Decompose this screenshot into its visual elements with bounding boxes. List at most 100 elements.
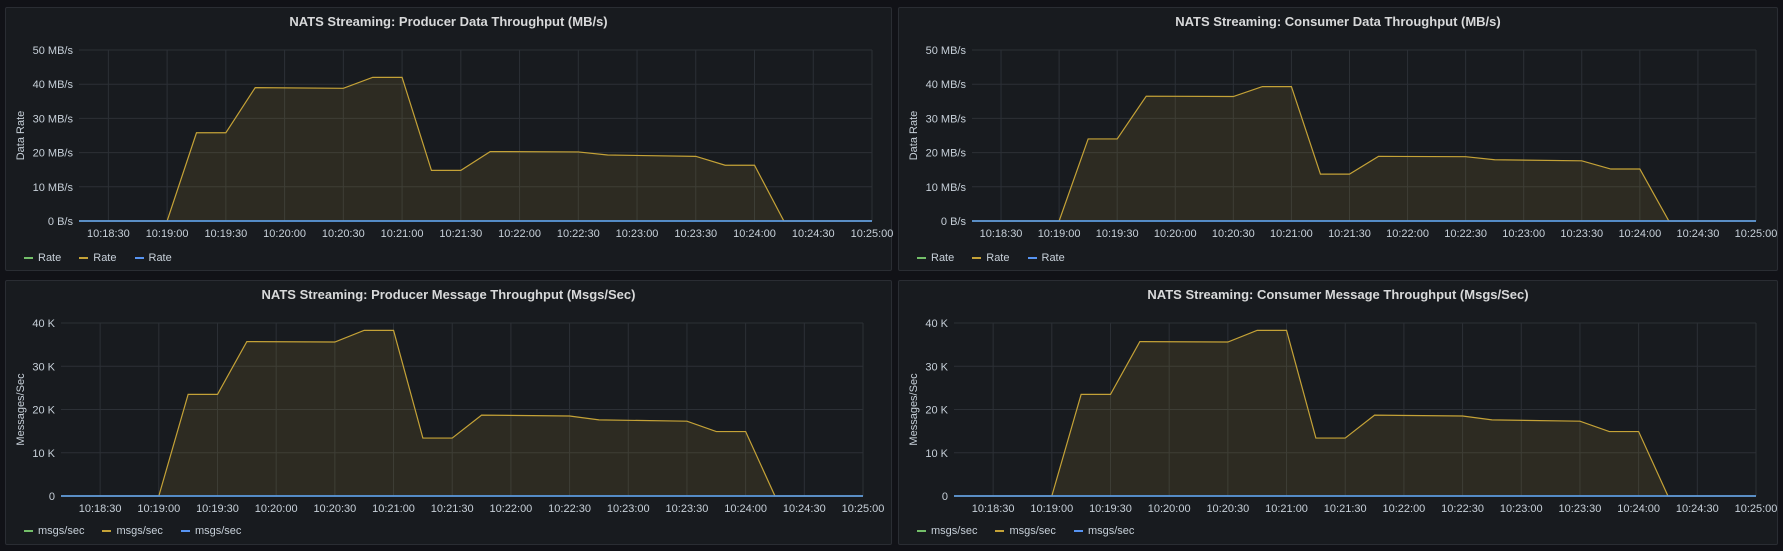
legend-label: msgs/sec xyxy=(931,525,978,537)
x-tick-label: 10:23:30 xyxy=(666,503,709,515)
panel-producer-message-throughput: NATS Streaming: Producer Message Through… xyxy=(5,280,892,545)
legend-item[interactable]: msgs/sec xyxy=(180,525,242,537)
x-tick-label: 10:22:00 xyxy=(489,503,532,515)
y-tick-label: 40 K xyxy=(925,318,948,330)
x-tick-label: 10:19:30 xyxy=(204,228,247,240)
legend-item[interactable]: msgs/sec xyxy=(917,525,977,537)
x-tick-label: 10:18:30 xyxy=(87,228,130,240)
x-tick-label: 10:21:30 xyxy=(1328,228,1371,240)
x-tick-label: 10:20:00 xyxy=(1154,228,1197,240)
series-area xyxy=(954,330,1756,496)
chart-producer-data: 0 B/s 10 MB/s 20 MB/s 30 MB/s 40 MB/s 50 MB/s… xyxy=(15,45,893,240)
x-tick-label: 10:19:00 xyxy=(1030,503,1073,515)
x-tick-label: 10:19:00 xyxy=(137,503,180,515)
y-tick-label: 30 MB/s xyxy=(33,113,74,125)
y-tick-label: 0 xyxy=(49,491,55,503)
x-tick-label: 10:24:00 xyxy=(724,503,767,515)
x-tick-label: 10:19:30 xyxy=(1089,503,1132,515)
x-tick-label: 10:21:30 xyxy=(431,503,474,515)
legend-swatch xyxy=(102,530,112,532)
x-tick-label: 10:23:00 xyxy=(607,503,650,515)
legend-label: msgs/sec xyxy=(38,525,85,537)
legend-swatch xyxy=(917,530,926,532)
legend-item[interactable]: msgs/sec xyxy=(102,525,163,537)
legend-swatch xyxy=(180,530,190,532)
legend-item[interactable]: msgs/sec xyxy=(24,525,84,537)
legend-item[interactable]: Rate xyxy=(79,252,117,264)
x-tick-label: 10:21:00 xyxy=(1270,228,1313,240)
y-tick-label: 50 MB/s xyxy=(33,45,74,57)
x-tick-label: 10:22:30 xyxy=(1444,228,1487,240)
legend-item[interactable]: msgs/sec xyxy=(1073,525,1134,537)
legend-label: Rate xyxy=(931,252,955,264)
chart-producer-messages: 0 10 K 20 K 30 K 40 K 10:18:30 10:19:00 10:19:3… xyxy=(15,318,885,515)
x-tick-label: 10:23:00 xyxy=(616,228,659,240)
legend-item[interactable]: Rate xyxy=(972,252,1010,264)
x-tick-label: 10:25:00 xyxy=(1735,503,1778,515)
series-area xyxy=(61,330,863,496)
x-tick-label: 10:21:00 xyxy=(381,228,424,240)
legend-swatch xyxy=(79,257,89,259)
y-tick-label: 20 K xyxy=(925,405,948,417)
legend-item[interactable]: Rate xyxy=(24,252,61,264)
x-tick-label: 10:24:00 xyxy=(1617,503,1660,515)
x-tick-label: 10:23:30 xyxy=(674,228,717,240)
legend-label: Rate xyxy=(38,252,62,264)
y-tick-label: 10 MB/s xyxy=(33,182,74,194)
y-tick-label: 10 MB/s xyxy=(926,182,967,194)
legend-item[interactable]: Rate xyxy=(917,252,954,264)
x-tick-label: 10:19:30 xyxy=(1096,228,1139,240)
y-axis-label: Data Rate xyxy=(908,111,920,161)
legend-item[interactable]: Rate xyxy=(134,252,172,264)
x-tick-label: 10:25:00 xyxy=(1735,228,1778,240)
x-tick-label: 10:19:00 xyxy=(146,228,189,240)
x-tick-label: 10:25:00 xyxy=(851,228,893,240)
legend-label: msgs/sec xyxy=(194,525,242,537)
chart-consumer-messages: 0 10 K 20 K 30 K 40 K 10:18:30 10:19:00 10:19:3… xyxy=(908,318,1778,515)
y-tick-label: 30 K xyxy=(32,361,55,373)
y-tick-label: 0 B/s xyxy=(48,216,74,228)
legend: msgs/sec msgs/sec msgs/sec xyxy=(917,525,1134,537)
x-tick-label: 10:22:30 xyxy=(557,228,600,240)
y-tick-label: 30 MB/s xyxy=(926,113,967,125)
x-tick-label: 10:25:00 xyxy=(842,503,885,515)
x-tick-label: 10:24:00 xyxy=(733,228,776,240)
y-axis-label: Data Rate xyxy=(15,111,27,161)
y-axis-label: Messages/Sec xyxy=(15,373,27,446)
y-tick-label: 0 B/s xyxy=(941,216,967,228)
legend-swatch xyxy=(995,530,1005,532)
panel-consumer-message-throughput: NATS Streaming: Consumer Message Through… xyxy=(898,280,1778,545)
y-tick-label: 40 MB/s xyxy=(926,79,967,91)
legend-item[interactable]: msgs/sec xyxy=(995,525,1056,537)
y-tick-label: 40 MB/s xyxy=(33,79,74,91)
y-tick-label: 0 xyxy=(942,491,948,503)
legend-swatch xyxy=(1073,530,1083,532)
x-tick-label: 10:21:00 xyxy=(1265,503,1308,515)
y-tick-label: 10 K xyxy=(32,448,55,460)
legend: Rate Rate Rate xyxy=(24,252,172,264)
legend-label: Rate xyxy=(148,252,172,264)
x-tick-label: 10:22:30 xyxy=(548,503,591,515)
x-tick-label: 10:18:30 xyxy=(980,228,1023,240)
legend-swatch xyxy=(24,257,33,259)
y-axis-label: Messages/Sec xyxy=(908,373,920,446)
legend: Rate Rate Rate xyxy=(917,252,1065,264)
legend-label: msgs/sec xyxy=(116,525,163,537)
x-tick-label: 10:21:30 xyxy=(439,228,482,240)
x-tick-label: 10:23:30 xyxy=(1559,503,1602,515)
x-tick-label: 10:23:00 xyxy=(1502,228,1545,240)
panel-producer-data-throughput: NATS Streaming: Producer Data Throughput… xyxy=(5,7,893,271)
legend-swatch xyxy=(917,257,926,259)
series-area xyxy=(972,86,1756,222)
x-tick-label: 10:20:30 xyxy=(1212,228,1255,240)
panel-consumer-data-throughput: NATS Streaming: Consumer Data Throughput… xyxy=(898,7,1778,271)
y-tick-label: 20 K xyxy=(32,405,55,417)
legend-label: Rate xyxy=(93,252,117,264)
legend-swatch xyxy=(1027,257,1037,259)
x-tick-label: 10:22:00 xyxy=(1386,228,1429,240)
x-tick-label: 10:20:00 xyxy=(1148,503,1191,515)
series-area xyxy=(79,77,872,221)
x-tick-label: 10:20:00 xyxy=(255,503,298,515)
legend-item[interactable]: Rate xyxy=(1027,252,1065,264)
x-tick-label: 10:19:30 xyxy=(196,503,239,515)
